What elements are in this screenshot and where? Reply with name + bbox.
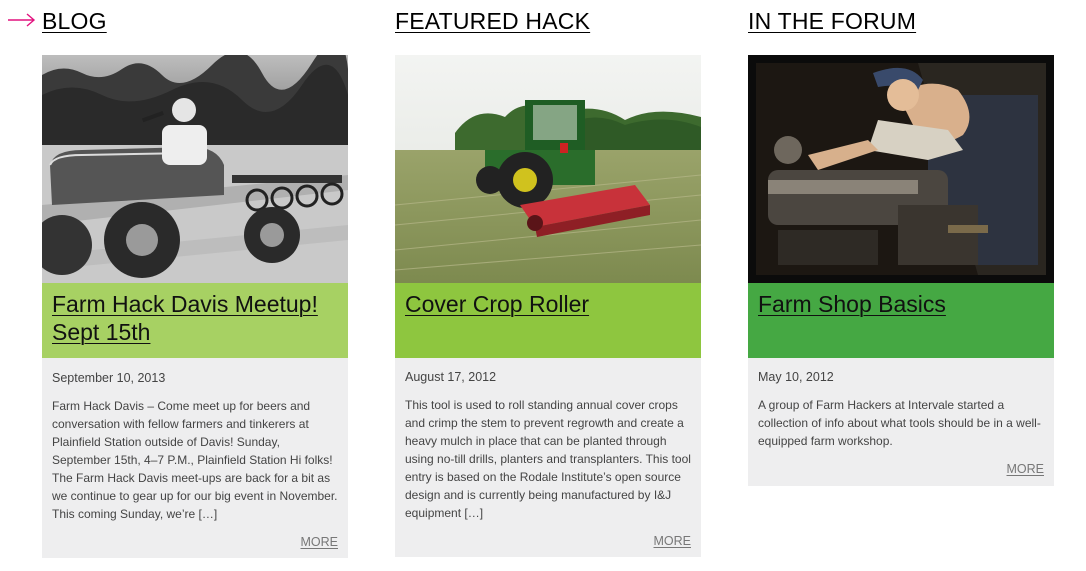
blog-headline-box: Farm Hack Davis Meetup! Sept 15th xyxy=(42,283,348,358)
forum-post-date: May 10, 2012 xyxy=(758,370,834,384)
forum-heading-link[interactable]: IN THE FORUM xyxy=(748,6,916,36)
blog-post-image[interactable] xyxy=(42,55,348,283)
featured-hack-more-link[interactable]: MORE xyxy=(654,534,692,548)
blog-post-excerpt: Farm Hack Davis – Come meet up for beers… xyxy=(52,399,338,521)
blog-post-title-link[interactable]: Farm Hack Davis Meetup! Sept 15th xyxy=(52,291,318,345)
featured-hack-heading-link[interactable]: FEATURED HACK xyxy=(395,6,590,36)
featured-hack-headline-box: Cover Crop Roller xyxy=(395,283,701,358)
blog-heading-link[interactable]: BLOG xyxy=(42,6,107,36)
featured-hack-title-link[interactable]: Cover Crop Roller xyxy=(405,291,589,317)
featured-hack-summary-card: August 17, 2012 This tool is used to rol… xyxy=(395,358,701,557)
featured-hack-excerpt: This tool is used to roll standing annua… xyxy=(405,398,691,520)
forum-post-excerpt: A group of Farm Hackers at Intervale sta… xyxy=(758,398,1041,448)
blog-post-date: September 10, 2013 xyxy=(52,371,166,385)
forum-post-title-link[interactable]: Farm Shop Basics xyxy=(758,291,946,317)
forum-more-link[interactable]: MORE xyxy=(1007,462,1045,476)
blog-more-link[interactable]: MORE xyxy=(301,535,339,549)
featured-hack-image[interactable] xyxy=(395,55,701,283)
right-arrow-icon xyxy=(8,13,36,27)
blog-summary-card: September 10, 2013 Farm Hack Davis – Com… xyxy=(42,358,348,558)
forum-summary-card: May 10, 2012 A group of Farm Hackers at … xyxy=(748,358,1054,486)
forum-headline-box: Farm Shop Basics xyxy=(748,283,1054,358)
featured-hack-date: August 17, 2012 xyxy=(405,370,497,384)
forum-post-image[interactable] xyxy=(748,55,1054,283)
